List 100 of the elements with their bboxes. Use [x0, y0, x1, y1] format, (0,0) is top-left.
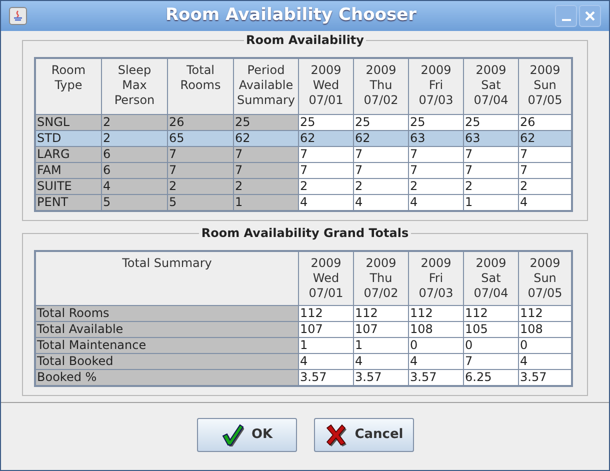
table-cell: 1: [234, 195, 298, 210]
table-cell: SNGL: [36, 115, 101, 130]
table-cell: 112: [409, 306, 463, 321]
ok-button[interactable]: OK: [196, 418, 296, 452]
table-cell: SUITE: [36, 179, 101, 194]
table-cell: 25: [234, 115, 298, 130]
column-header[interactable]: Sleep Max Person: [102, 59, 167, 114]
table-cell: 7: [354, 147, 408, 162]
column-header[interactable]: 2009 Wed 07/01: [299, 252, 353, 305]
table-cell: 65: [168, 131, 233, 146]
table-cell: 25: [354, 115, 408, 130]
table-cell: 7: [234, 147, 298, 162]
table-cell: Total Maintenance: [36, 338, 298, 353]
table-cell: 4: [519, 354, 571, 369]
table-cell: 7: [409, 163, 463, 178]
table-cell: FAM: [36, 163, 101, 178]
table-cell: 4: [409, 195, 463, 210]
table-cell: 7: [519, 163, 571, 178]
cancel-button[interactable]: Cancel: [314, 418, 414, 452]
table-cell: 2: [519, 179, 571, 194]
table-cell: 62: [234, 131, 298, 146]
table-cell: 105: [464, 322, 518, 337]
table-cell: 112: [519, 306, 571, 321]
table-cell: 112: [299, 306, 353, 321]
column-header[interactable]: 2009 Sat 07/04: [464, 252, 518, 305]
table-cell: 2: [102, 131, 167, 146]
table-cell: 5: [102, 195, 167, 210]
table-cell: 3.57: [299, 370, 353, 385]
table-cell: 0: [409, 338, 463, 353]
column-header[interactable]: Room Type: [36, 59, 101, 114]
table-cell: 7: [168, 147, 233, 162]
table-cell: 4: [354, 195, 408, 210]
table-cell: 4: [409, 354, 463, 369]
table-cell: 62: [519, 131, 571, 146]
close-icon: [585, 11, 595, 21]
table-cell: Booked %: [36, 370, 298, 385]
table-cell: 7: [464, 147, 518, 162]
column-header[interactable]: 2009 Fri 07/03: [409, 59, 463, 114]
table-cell: 7: [464, 163, 518, 178]
x-mark-icon: [324, 422, 348, 446]
table-cell: 2: [234, 179, 298, 194]
table-cell: 3.57: [354, 370, 408, 385]
column-header[interactable]: 2009 Sat 07/04: [464, 59, 518, 114]
column-header[interactable]: 2009 Thu 07/02: [354, 59, 408, 114]
table-cell: 6: [102, 147, 167, 162]
table-cell: 2: [299, 179, 353, 194]
table-cell: 26: [519, 115, 571, 130]
table-cell: 0: [464, 338, 518, 353]
table-cell: Total Booked: [36, 354, 298, 369]
table-cell: 108: [519, 322, 571, 337]
column-header[interactable]: Total Rooms: [168, 59, 233, 114]
table-cell: 1: [354, 338, 408, 353]
table-cell: 108: [409, 322, 463, 337]
table-cell: 63: [464, 131, 518, 146]
table-cell: 1: [299, 338, 353, 353]
table-cell: 107: [354, 322, 408, 337]
table-cell: 6.25: [464, 370, 518, 385]
table-cell: 3.57: [519, 370, 571, 385]
minimize-icon: [562, 19, 570, 21]
table-cell: 6: [102, 163, 167, 178]
close-button[interactable]: [579, 5, 601, 27]
table-cell: 2: [409, 179, 463, 194]
table-cell: 2: [168, 179, 233, 194]
table-cell: 25: [409, 115, 463, 130]
table-cell: 5: [168, 195, 233, 210]
group-title: Room Availability: [244, 32, 366, 48]
table-cell: 1: [464, 195, 518, 210]
table-cell: 62: [354, 131, 408, 146]
table-cell: 7: [354, 163, 408, 178]
table-cell: 2: [102, 115, 167, 130]
column-header[interactable]: 2009 Fri 07/03: [409, 252, 463, 305]
table-cell: 7: [519, 147, 571, 162]
table-cell: 107: [299, 322, 353, 337]
table-cell: 26: [168, 115, 233, 130]
table-cell: 7: [299, 163, 353, 178]
table-cell: LARG: [36, 147, 101, 162]
table-cell: 63: [409, 131, 463, 146]
table-cell: 62: [299, 131, 353, 146]
table-cell: 7: [299, 147, 353, 162]
table-cell: 4: [102, 179, 167, 194]
window-title: Room Availability Chooser: [164, 4, 418, 28]
table-cell: Total Rooms: [36, 306, 298, 321]
table-cell: 7: [464, 354, 518, 369]
minimize-button[interactable]: [555, 5, 577, 27]
column-header[interactable]: 2009 Thu 07/02: [354, 252, 408, 305]
table-cell: PENT: [36, 195, 101, 210]
column-header[interactable]: 2009 Sun 07/05: [519, 59, 571, 114]
app-icon: [9, 7, 27, 25]
table-cell: 4: [299, 354, 353, 369]
column-header[interactable]: Period Available Summary: [234, 59, 298, 114]
table-cell: 7: [168, 163, 233, 178]
table-cell: 4: [519, 195, 571, 210]
table-cell: 25: [299, 115, 353, 130]
column-header[interactable]: 2009 Wed 07/01: [299, 59, 353, 114]
table-cell: 4: [299, 195, 353, 210]
column-header[interactable]: Total Summary: [36, 252, 298, 305]
table-cell: 2: [464, 179, 518, 194]
column-header[interactable]: 2009 Sun 07/05: [519, 252, 571, 305]
table-cell: 7: [409, 147, 463, 162]
check-icon: [220, 422, 244, 446]
